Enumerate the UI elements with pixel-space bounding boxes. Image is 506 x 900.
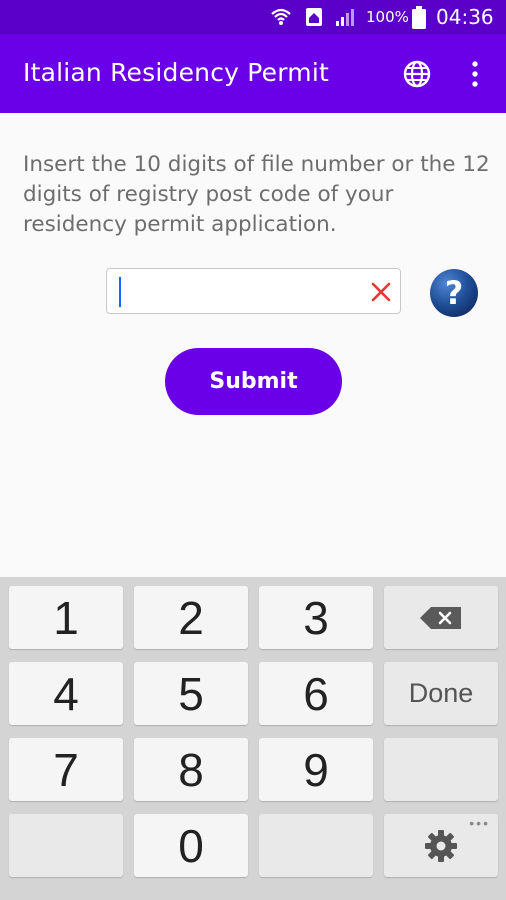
key-3[interactable]: 3 — [259, 586, 373, 649]
settings-key[interactable]: ••• — [384, 814, 498, 877]
file-number-input[interactable] — [106, 268, 401, 314]
wifi-icon — [271, 8, 291, 25]
done-label: Done — [408, 678, 474, 708]
battery-icon — [412, 6, 426, 29]
numeric-keyboard: 1 2 3 4 5 6 Done 7 8 9 0 ••• — [0, 577, 506, 900]
done-key[interactable]: Done — [384, 662, 498, 725]
backspace-key[interactable] — [384, 586, 498, 649]
globe-icon[interactable] — [402, 59, 432, 89]
app-bar: Italian Residency Permit — [0, 34, 506, 113]
more-options-indicator: ••• — [469, 815, 490, 831]
page-title: Italian Residency Permit — [23, 58, 329, 87]
key-9[interactable]: 9 — [259, 738, 373, 801]
battery-percent: 100% — [366, 8, 409, 26]
key-8[interactable]: 8 — [134, 738, 248, 801]
key-1[interactable]: 1 — [9, 586, 123, 649]
submit-button[interactable]: Submit — [165, 348, 342, 415]
home-sim-icon — [306, 8, 322, 26]
key-4[interactable]: 4 — [9, 662, 123, 725]
status-bar: 100% 04:36 — [0, 0, 506, 34]
overflow-menu-icon[interactable] — [466, 59, 484, 89]
instructions-text: Insert the 10 digits of file number or t… — [23, 152, 490, 237]
gear-icon — [425, 829, 457, 862]
clock: 04:36 — [436, 5, 494, 29]
blank-key[interactable] — [384, 738, 498, 801]
signal-icon — [336, 9, 354, 26]
blank-key[interactable] — [259, 814, 373, 877]
text-cursor — [119, 277, 121, 307]
svg-text:?: ? — [445, 274, 464, 312]
backspace-icon — [420, 606, 461, 629]
clear-icon[interactable] — [369, 280, 393, 304]
key-2[interactable]: 2 — [134, 586, 248, 649]
key-7[interactable]: 7 — [9, 738, 123, 801]
blank-key[interactable] — [9, 814, 123, 877]
key-6[interactable]: 6 — [259, 662, 373, 725]
key-0[interactable]: 0 — [134, 814, 248, 877]
key-5[interactable]: 5 — [134, 662, 248, 725]
help-icon[interactable]: ? — [429, 268, 479, 318]
